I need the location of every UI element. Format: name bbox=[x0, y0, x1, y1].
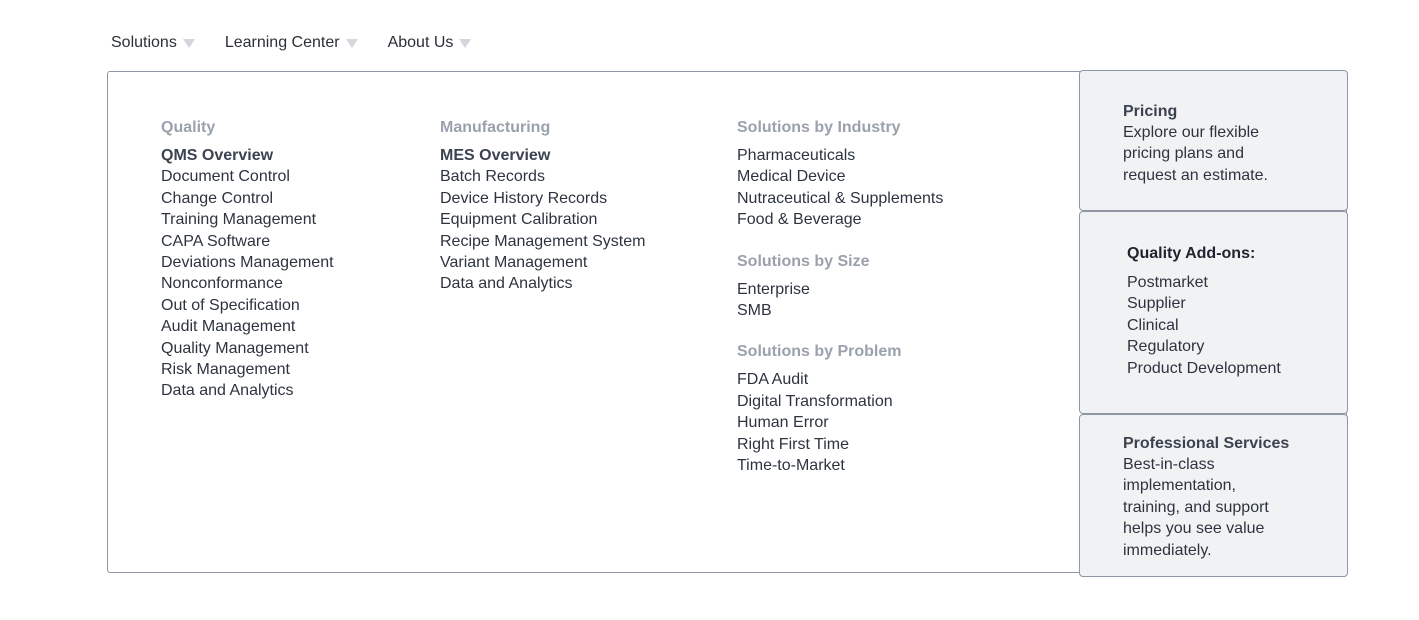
link-change-control[interactable]: Change Control bbox=[161, 188, 334, 209]
nav-learning-center[interactable]: Learning Center bbox=[225, 34, 358, 52]
services-card-desc-line: Best-in-class bbox=[1123, 456, 1215, 473]
group-by-industry: Solutions by Industry Pharmaceuticals Me… bbox=[737, 117, 943, 231]
link-capa-software[interactable]: CAPA Software bbox=[161, 231, 334, 252]
link-variant-management[interactable]: Variant Management bbox=[440, 252, 645, 273]
link-risk-management[interactable]: Risk Management bbox=[161, 359, 334, 380]
link-human-error[interactable]: Human Error bbox=[737, 412, 943, 433]
link-mes-overview[interactable]: MES Overview bbox=[440, 145, 645, 166]
pricing-card-desc-line: request an estimate. bbox=[1123, 166, 1268, 184]
link-clinical[interactable]: Clinical bbox=[1127, 315, 1347, 336]
nav-solutions-label: Solutions bbox=[111, 34, 177, 51]
column-title-industry: Solutions by Industry bbox=[737, 119, 901, 136]
chevron-down-icon bbox=[345, 38, 358, 48]
group-by-size: Solutions by Size Enterprise SMB bbox=[737, 251, 943, 322]
services-card-desc-line: training, and support bbox=[1123, 498, 1269, 516]
link-nonconformance[interactable]: Nonconformance bbox=[161, 273, 334, 294]
column-solutions: Solutions by Industry Pharmaceuticals Me… bbox=[737, 117, 943, 496]
link-device-history-records[interactable]: Device History Records bbox=[440, 188, 645, 209]
link-pharmaceuticals[interactable]: Pharmaceuticals bbox=[737, 145, 943, 166]
column-quality: Quality QMS Overview Document Control Ch… bbox=[161, 117, 334, 402]
quality-addons-card: Quality Add-ons: Postmarket Supplier Cli… bbox=[1079, 211, 1348, 414]
link-qms-overview[interactable]: QMS Overview bbox=[161, 145, 334, 166]
link-product-development[interactable]: Product Development bbox=[1127, 358, 1347, 379]
column-title-problem: Solutions by Problem bbox=[737, 343, 902, 361]
link-regulatory[interactable]: Regulatory bbox=[1127, 336, 1347, 357]
pricing-card-desc-line: Explore our flexible bbox=[1123, 124, 1260, 141]
link-out-of-specification[interactable]: Out of Specification bbox=[161, 295, 334, 316]
link-medical-device[interactable]: Medical Device bbox=[737, 166, 943, 187]
link-batch-records[interactable]: Batch Records bbox=[440, 166, 645, 187]
nav-about-us[interactable]: About Us bbox=[388, 34, 472, 52]
link-nutraceutical-supplements[interactable]: Nutraceutical & Supplements bbox=[737, 188, 943, 209]
pricing-card-title: Pricing bbox=[1123, 103, 1178, 120]
pricing-card[interactable]: Pricing Explore our flexible pricing pla… bbox=[1079, 70, 1348, 211]
services-card-desc-line: immediately. bbox=[1123, 541, 1212, 559]
link-time-to-market[interactable]: Time-to-Market bbox=[737, 455, 943, 476]
nav-about-us-label: About Us bbox=[387, 34, 454, 51]
column-title-quality: Quality bbox=[161, 119, 216, 136]
link-digital-transformation[interactable]: Digital Transformation bbox=[737, 391, 943, 412]
link-smb[interactable]: SMB bbox=[737, 300, 943, 321]
link-equipment-calibration[interactable]: Equipment Calibration bbox=[440, 209, 645, 230]
pricing-card-desc-line: pricing plans and bbox=[1123, 145, 1244, 163]
column-manufacturing: Manufacturing MES Overview Batch Records… bbox=[440, 117, 645, 295]
link-mfg-data-and-analytics[interactable]: Data and Analytics bbox=[440, 273, 645, 294]
link-fda-audit[interactable]: FDA Audit bbox=[737, 369, 943, 390]
column-title-size: Solutions by Size bbox=[737, 252, 870, 270]
addons-card-title: Quality Add-ons: bbox=[1127, 245, 1256, 262]
chevron-down-icon bbox=[182, 38, 195, 48]
column-title-manufacturing: Manufacturing bbox=[440, 119, 551, 136]
link-right-first-time[interactable]: Right First Time bbox=[737, 434, 943, 455]
nav-solutions[interactable]: Solutions bbox=[111, 34, 195, 52]
services-card-title: Professional Services bbox=[1123, 435, 1290, 452]
services-card-desc-line: implementation, bbox=[1123, 477, 1236, 495]
link-document-control[interactable]: Document Control bbox=[161, 166, 334, 187]
link-deviations-management[interactable]: Deviations Management bbox=[161, 252, 334, 273]
link-supplier[interactable]: Supplier bbox=[1127, 293, 1347, 314]
link-recipe-management-system[interactable]: Recipe Management System bbox=[440, 231, 645, 252]
top-nav: Solutions Learning Center About Us bbox=[111, 32, 501, 54]
link-data-and-analytics[interactable]: Data and Analytics bbox=[161, 380, 334, 401]
link-training-management[interactable]: Training Management bbox=[161, 209, 334, 230]
link-audit-management[interactable]: Audit Management bbox=[161, 316, 334, 337]
link-quality-management[interactable]: Quality Management bbox=[161, 338, 334, 359]
link-food-beverage[interactable]: Food & Beverage bbox=[737, 209, 943, 230]
professional-services-card[interactable]: Professional Services Best-in-class impl… bbox=[1079, 414, 1348, 577]
link-enterprise[interactable]: Enterprise bbox=[737, 279, 943, 300]
link-postmarket[interactable]: Postmarket bbox=[1127, 272, 1347, 293]
group-by-problem: Solutions by Problem FDA Audit Digital T… bbox=[737, 341, 943, 476]
nav-learning-center-label: Learning Center bbox=[224, 34, 340, 51]
chevron-down-icon bbox=[459, 38, 472, 48]
services-card-desc-line: helps you see value bbox=[1123, 520, 1265, 538]
